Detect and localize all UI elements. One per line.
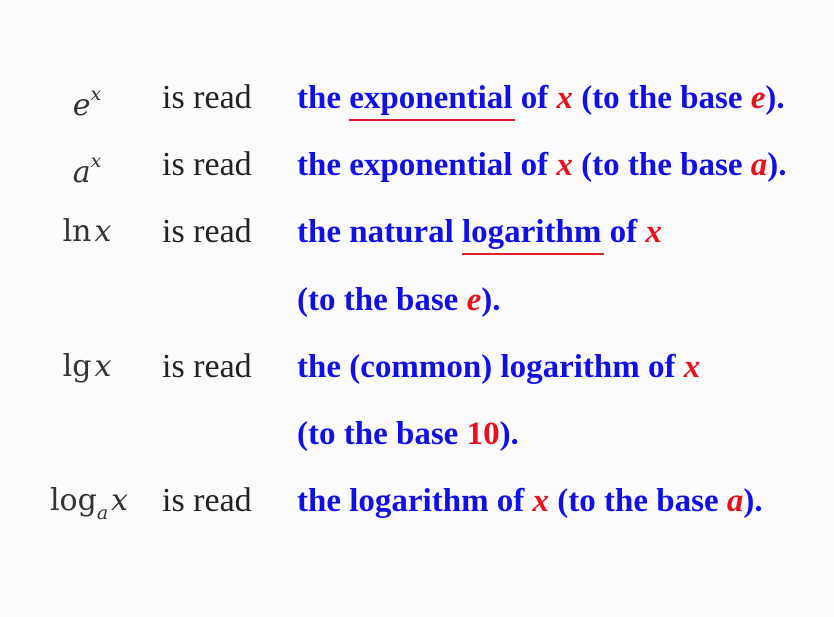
phrase-text: the	[297, 80, 350, 116]
variable: x	[532, 483, 550, 519]
math-function: ln	[62, 214, 92, 249]
variable: x	[556, 80, 573, 116]
definition-row-exp-e: ex is read the exponential of x (to the …	[0, 78, 834, 128]
base-value: a	[750, 147, 768, 183]
math-expression: lg x	[22, 347, 152, 387]
math-base: a	[72, 155, 91, 190]
base-value: e	[750, 80, 766, 116]
reading-phrase: the exponential of x (to the base e).	[297, 78, 785, 121]
phrase-text: ).	[767, 147, 787, 183]
is-read-label: is read	[162, 213, 252, 250]
math-function: lg	[62, 349, 92, 384]
phrase-text: the exponential of	[297, 147, 557, 183]
phrase-text: (to the base	[549, 483, 727, 519]
definition-row-ln-continuation: (to the base e).	[0, 280, 834, 330]
math-variable: x	[94, 214, 112, 249]
reading-phrase-continuation: (to the base 10).	[297, 414, 519, 454]
base-value: 10	[466, 416, 500, 452]
reading-phrase: the (common) logarithm of x	[297, 347, 700, 387]
phrase-text: (to the base	[572, 147, 751, 183]
phrase-text: ).	[481, 282, 501, 318]
math-superscript: x	[90, 150, 102, 172]
math-expression: ex	[22, 78, 152, 126]
underlined-term: logarithm	[462, 214, 605, 255]
phrase-text: the natural	[297, 214, 462, 250]
variable: x	[556, 147, 573, 183]
math-variable: x	[111, 483, 129, 518]
math-superscript: x	[90, 83, 102, 105]
math-expression: ax	[22, 145, 152, 193]
definition-row-lg: lg x is read the (common) logarithm of x	[0, 347, 834, 397]
base-value: a	[726, 483, 744, 519]
phrase-text: (to the base	[572, 80, 751, 116]
phrase-text: of	[601, 214, 646, 250]
phrase-text: ).	[765, 80, 785, 116]
phrase-text: ).	[743, 483, 763, 519]
phrase-text: (to the base	[297, 282, 467, 318]
is-read-label: is read	[162, 146, 252, 183]
underlined-term: exponential	[349, 80, 516, 121]
phrase-text: the logarithm of	[297, 483, 533, 519]
definition-row-exp-a: ax is read the exponential of x (to the …	[0, 145, 834, 195]
is-read-label: is read	[162, 348, 252, 385]
slide: ex is read the exponential of x (to the …	[0, 0, 834, 617]
is-read-label: is read	[162, 482, 252, 519]
variable: x	[645, 214, 662, 250]
phrase-text: of	[512, 80, 557, 116]
variable: x	[683, 349, 701, 385]
reading-phrase-continuation: (to the base e).	[297, 280, 500, 320]
math-expression: loga x	[24, 481, 154, 531]
math-variable: x	[94, 349, 112, 384]
definition-row-log-a: loga x is read the logarithm of x (to th…	[0, 481, 834, 531]
definition-row-lg-continuation: (to the base 10).	[0, 414, 834, 464]
reading-phrase: the logarithm of x (to the base a).	[297, 481, 763, 521]
base-value: e	[466, 282, 482, 318]
phrase-text: the (common) logarithm of	[297, 349, 684, 385]
math-subscript: a	[96, 502, 109, 524]
is-read-label: is read	[162, 79, 252, 116]
math-function: log	[49, 483, 97, 518]
phrase-text: ).	[499, 416, 519, 452]
definition-row-ln: ln x is read the natural logarithm of x	[0, 212, 834, 262]
reading-phrase: the exponential of x (to the base a).	[297, 145, 786, 185]
phrase-text: (to the base	[297, 416, 467, 452]
math-base: e	[72, 88, 91, 123]
math-expression: ln x	[22, 212, 152, 252]
reading-phrase: the natural logarithm of x	[297, 212, 662, 255]
